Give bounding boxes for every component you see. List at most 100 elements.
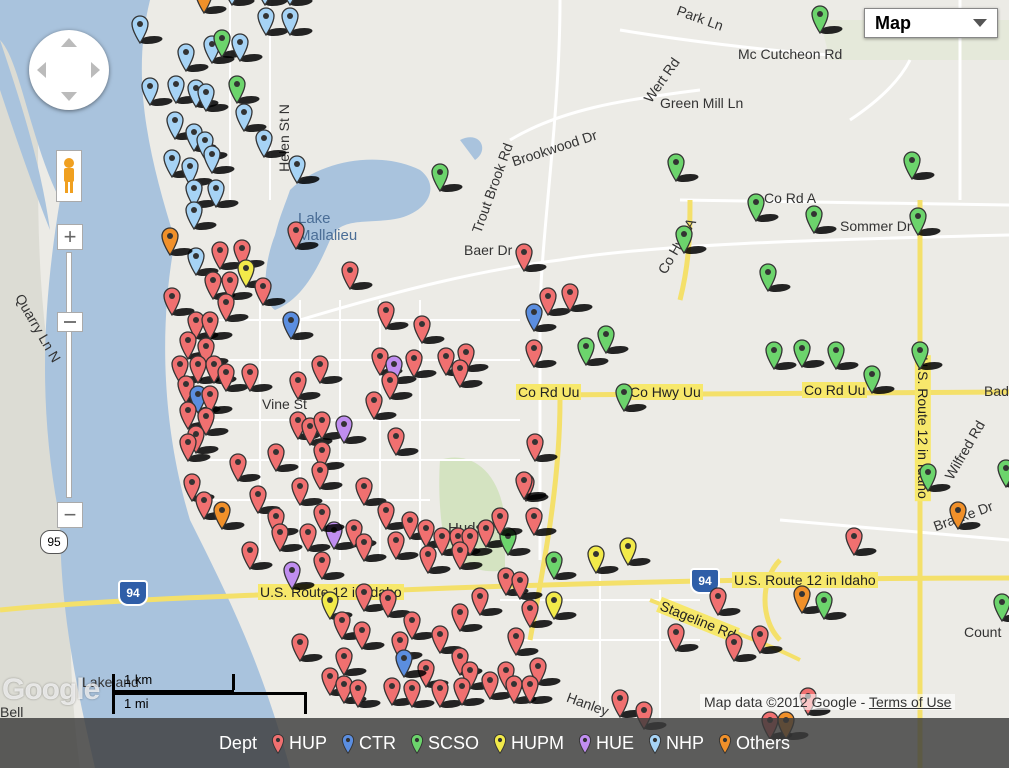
incident-marker[interactable]: [430, 624, 466, 655]
incident-marker[interactable]: [724, 632, 760, 663]
incident-marker[interactable]: [240, 540, 276, 571]
incident-marker[interactable]: [380, 370, 416, 401]
incident-marker[interactable]: [764, 340, 800, 371]
incident-marker[interactable]: [222, 0, 258, 7]
incident-marker[interactable]: [514, 470, 550, 501]
incident-marker[interactable]: [810, 4, 846, 35]
zoom-slider-track[interactable]: [66, 252, 72, 498]
incident-marker[interactable]: [286, 220, 322, 251]
pan-up-arrow-icon[interactable]: [61, 38, 77, 47]
legend-item-hue[interactable]: HUE: [578, 733, 634, 754]
incident-marker[interactable]: [674, 224, 710, 255]
incident-marker[interactable]: [596, 324, 632, 355]
incident-marker[interactable]: [544, 550, 580, 581]
incident-marker[interactable]: [450, 540, 486, 571]
incident-marker[interactable]: [234, 102, 270, 133]
incident-marker[interactable]: [354, 582, 390, 613]
incident-marker[interactable]: [354, 476, 390, 507]
legend-item-nhp[interactable]: NHP: [648, 733, 704, 754]
incident-marker[interactable]: [996, 458, 1009, 489]
pan-left-arrow-icon[interactable]: [37, 62, 46, 78]
incident-marker[interactable]: [140, 76, 176, 107]
incident-marker[interactable]: [610, 688, 646, 719]
incident-marker[interactable]: [394, 648, 430, 679]
incident-marker[interactable]: [310, 354, 346, 385]
incident-marker[interactable]: [524, 302, 560, 333]
incident-marker[interactable]: [266, 442, 302, 473]
incident-marker[interactable]: [312, 410, 348, 441]
incident-marker[interactable]: [948, 500, 984, 531]
incident-marker[interactable]: [287, 154, 323, 185]
incident-marker[interactable]: [162, 286, 198, 317]
incident-marker[interactable]: [352, 620, 388, 651]
zoom-out-button[interactable]: −: [57, 502, 83, 528]
pan-right-arrow-icon[interactable]: [91, 62, 100, 78]
incident-marker[interactable]: [282, 560, 318, 591]
incident-marker[interactable]: [862, 364, 898, 395]
incident-marker[interactable]: [618, 536, 654, 567]
incident-marker[interactable]: [750, 624, 786, 655]
incident-marker[interactable]: [524, 338, 560, 369]
incident-marker[interactable]: [826, 340, 862, 371]
terms-of-use-link[interactable]: Terms of Use: [869, 694, 951, 710]
legend-item-others[interactable]: Others: [718, 733, 790, 754]
incident-marker[interactable]: [480, 670, 516, 701]
incident-marker[interactable]: [130, 14, 166, 45]
incident-marker[interactable]: [992, 592, 1009, 623]
incident-marker[interactable]: [430, 162, 466, 193]
incident-marker[interactable]: [844, 526, 880, 557]
incident-marker[interactable]: [450, 602, 486, 633]
incident-marker[interactable]: [918, 462, 954, 493]
incident-marker[interactable]: [354, 532, 390, 563]
legend-item-scso[interactable]: SCSO: [410, 733, 479, 754]
incident-marker[interactable]: [452, 676, 488, 707]
incident-marker[interactable]: [166, 74, 202, 105]
incident-marker[interactable]: [386, 530, 422, 561]
incident-marker[interactable]: [194, 0, 230, 15]
incident-marker[interactable]: [160, 226, 196, 257]
incident-marker[interactable]: [348, 678, 384, 709]
incident-marker[interactable]: [270, 522, 306, 553]
incident-marker[interactable]: [162, 148, 198, 179]
incident-marker[interactable]: [227, 74, 263, 105]
incident-marker[interactable]: [418, 544, 454, 575]
incident-marker[interactable]: [814, 590, 850, 621]
incident-marker[interactable]: [382, 676, 418, 707]
incident-marker[interactable]: [176, 42, 212, 73]
legend-item-hupm[interactable]: HUPM: [493, 733, 564, 754]
incident-marker[interactable]: [792, 338, 828, 369]
incident-marker[interactable]: [281, 310, 317, 341]
incident-marker[interactable]: [178, 432, 214, 463]
incident-marker[interactable]: [412, 314, 448, 345]
incident-marker[interactable]: [206, 178, 242, 209]
incident-marker[interactable]: [253, 276, 289, 307]
incident-marker[interactable]: [290, 476, 326, 507]
incident-marker[interactable]: [228, 452, 264, 483]
incident-marker[interactable]: [312, 550, 348, 581]
google-logo[interactable]: Google: [2, 673, 100, 707]
incident-marker[interactable]: [212, 500, 248, 531]
incident-marker[interactable]: [576, 336, 612, 367]
incident-marker[interactable]: [506, 626, 542, 657]
incident-marker[interactable]: [288, 370, 324, 401]
incident-marker[interactable]: [194, 490, 230, 521]
incident-marker[interactable]: [402, 678, 438, 709]
incident-marker[interactable]: [312, 502, 348, 533]
zoom-in-button[interactable]: +: [57, 224, 83, 250]
incident-marker[interactable]: [280, 6, 316, 37]
incident-marker[interactable]: [614, 382, 650, 413]
zoom-slider-thumb[interactable]: [57, 312, 83, 332]
incident-marker[interactable]: [332, 610, 368, 641]
incident-marker[interactable]: [510, 570, 546, 601]
incident-marker[interactable]: [376, 300, 412, 331]
incident-marker[interactable]: [804, 204, 840, 235]
incident-marker[interactable]: [230, 32, 266, 63]
street-view-pegman-button[interactable]: [56, 150, 82, 202]
incident-marker[interactable]: [240, 362, 276, 393]
incident-marker[interactable]: [544, 590, 580, 621]
incident-marker[interactable]: [165, 110, 201, 141]
legend-item-hup[interactable]: HUP: [271, 733, 327, 754]
incident-marker[interactable]: [586, 544, 622, 575]
incident-marker[interactable]: [666, 152, 702, 183]
incident-marker[interactable]: [196, 82, 232, 113]
